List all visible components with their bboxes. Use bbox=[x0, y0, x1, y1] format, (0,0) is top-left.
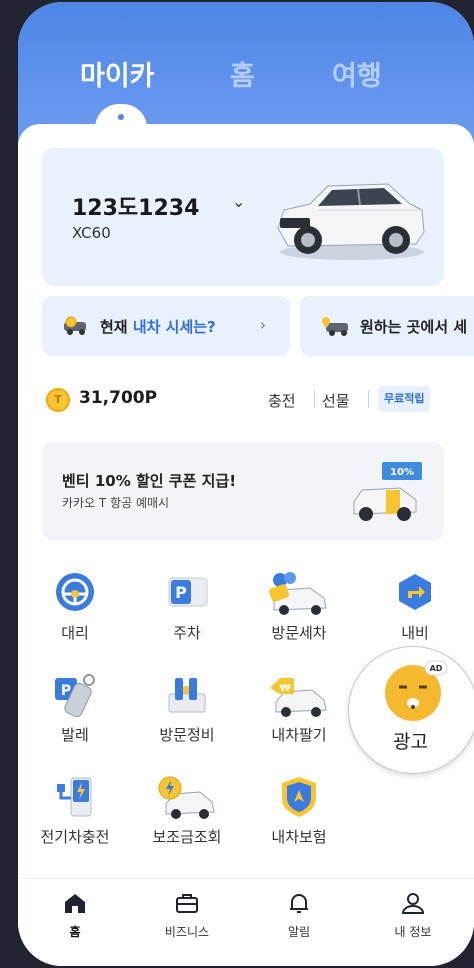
location-chip[interactable]: 원하는 곳에서 세 bbox=[300, 296, 474, 356]
promo-title: 벤티 10% 할인 쿠폰 지급! bbox=[62, 472, 237, 490]
service-label: 전기차충전 bbox=[40, 828, 110, 846]
grid-icon-wrap bbox=[20, 570, 130, 620]
car-sell-icon: ₩ bbox=[270, 678, 327, 717]
service-label: 발레 bbox=[61, 726, 89, 744]
promo-banner[interactable]: 벤티 10% 할인 쿠폰 지급! 카카오 T 항공 예매시 10% bbox=[42, 442, 444, 540]
location-chip-text: 원하는 곳에서 세 bbox=[360, 318, 468, 336]
service-subsidy[interactable]: 보조금조회 bbox=[132, 774, 242, 866]
car-wash-icon bbox=[268, 572, 327, 615]
valet-key-icon: P bbox=[55, 674, 95, 718]
coupon-percent-label: 10% bbox=[390, 467, 414, 478]
service-label: 방문정비 bbox=[159, 726, 215, 744]
navigation-icon bbox=[399, 574, 431, 610]
nav-home[interactable]: 홈 bbox=[30, 891, 120, 951]
service-daeri[interactable]: 대리 bbox=[20, 570, 130, 662]
chevron-down-icon[interactable]: ⌄ bbox=[232, 192, 245, 211]
divider bbox=[314, 390, 315, 408]
toolbox-icon bbox=[168, 678, 206, 713]
service-label: 내비 bbox=[401, 624, 429, 642]
bottom-nav: 홈 비즈니스 알림 내 정보 bbox=[18, 878, 474, 966]
points-balance[interactable]: 31,700P bbox=[79, 388, 157, 408]
car-price-highlight: 내차 시세는? bbox=[132, 318, 216, 336]
grid-icon-wrap: P bbox=[132, 570, 242, 620]
charge-button[interactable]: 충전 bbox=[268, 390, 296, 411]
service-label: 주차 bbox=[173, 624, 201, 642]
free-points-button[interactable]: 무료적립 bbox=[378, 386, 431, 412]
coupon-car-illustration: 10% bbox=[353, 462, 422, 521]
grid-icon-wrap bbox=[244, 774, 354, 824]
grid-icon-wrap bbox=[20, 774, 130, 824]
service-car-wash[interactable]: 방문세차 bbox=[244, 570, 354, 662]
grid-icon-wrap bbox=[244, 570, 354, 620]
ev-charger-icon bbox=[57, 777, 92, 817]
car-price-text: 현재 내차 시세는? bbox=[100, 316, 216, 337]
ad-badge: AD bbox=[430, 664, 443, 673]
steering-wheel-icon bbox=[56, 573, 94, 611]
grid-icon-wrap bbox=[360, 570, 470, 620]
phone-screen: 마이카 홈 여행 123도1234 ⌄ XC60 현재 내차 시세는? › 원하… bbox=[18, 2, 474, 966]
car-model: XC60 bbox=[72, 224, 111, 242]
service-label: 방문세차 bbox=[271, 624, 327, 642]
nav-label: 알림 bbox=[287, 925, 311, 939]
grid-icon-wrap bbox=[132, 774, 242, 824]
service-ev-charging[interactable]: 전기차충전 bbox=[20, 774, 130, 866]
chevron-right-icon: › bbox=[260, 316, 266, 334]
top-tab-bar: 마이카 홈 여행 bbox=[18, 54, 474, 94]
parking-ticket-icon: P bbox=[168, 577, 208, 607]
my-car-card[interactable]: 123도1234 ⌄ XC60 bbox=[42, 148, 444, 286]
gift-button[interactable]: 선물 bbox=[322, 390, 350, 411]
car-location-icon bbox=[322, 317, 348, 336]
car-coin-icon bbox=[64, 316, 86, 335]
divider bbox=[368, 390, 369, 408]
ad-label: 광고 bbox=[393, 731, 428, 753]
nav-my-info[interactable]: 내 정보 bbox=[368, 891, 458, 951]
grid-icon-wrap: P bbox=[20, 672, 130, 722]
active-tab-indicator bbox=[118, 114, 124, 120]
svg-text:P: P bbox=[175, 583, 187, 602]
service-repair[interactable]: 방문정비 bbox=[132, 672, 242, 764]
grid-icon-wrap: ₩ bbox=[244, 672, 354, 722]
insurance-shield-icon bbox=[282, 777, 316, 817]
service-label: 대리 bbox=[61, 624, 89, 642]
service-parking[interactable]: P 주차 bbox=[132, 570, 242, 662]
service-car-sell[interactable]: ₩ 내차팔기 bbox=[244, 672, 354, 764]
tab-mycar[interactable]: 마이카 bbox=[80, 54, 155, 93]
tab-home[interactable]: 홈 bbox=[230, 54, 255, 93]
person-icon bbox=[401, 893, 425, 914]
nav-label: 내 정보 bbox=[394, 925, 432, 939]
white-suv-image bbox=[277, 183, 425, 260]
bell-icon bbox=[290, 894, 308, 913]
points-row: T 31,700P 충전 선물 무료적립 bbox=[46, 386, 446, 414]
service-label: 보조금조회 bbox=[152, 828, 222, 846]
briefcase-icon bbox=[176, 894, 198, 913]
promo-subtitle: 카카오 T 항공 예매시 bbox=[62, 496, 170, 510]
grid-icon-wrap bbox=[132, 672, 242, 722]
ad-bubble[interactable]: AD 광고 bbox=[348, 646, 474, 774]
service-label: 내차보험 bbox=[271, 828, 327, 846]
car-price-chip[interactable]: 현재 내차 시세는? › bbox=[42, 296, 290, 356]
svg-text:₩: ₩ bbox=[279, 683, 290, 694]
home-icon bbox=[65, 894, 85, 913]
nav-business[interactable]: 비즈니스 bbox=[142, 891, 232, 951]
tab-travel[interactable]: 여행 bbox=[332, 54, 382, 93]
service-valet[interactable]: P 발레 bbox=[20, 672, 130, 764]
t-coin-icon: T bbox=[46, 388, 70, 412]
nav-label: 비즈니스 bbox=[164, 925, 210, 939]
nav-label: 홈 bbox=[69, 925, 81, 939]
car-plate-number[interactable]: 123도1234 bbox=[72, 190, 199, 222]
car-price-prefix: 현재 bbox=[100, 318, 133, 336]
service-label: 내차팔기 bbox=[271, 726, 327, 744]
nav-alerts[interactable]: 알림 bbox=[254, 891, 344, 951]
character-face-icon: AD bbox=[385, 660, 448, 721]
service-insurance[interactable]: 내차보험 bbox=[244, 774, 354, 866]
subsidy-car-icon bbox=[158, 776, 215, 819]
